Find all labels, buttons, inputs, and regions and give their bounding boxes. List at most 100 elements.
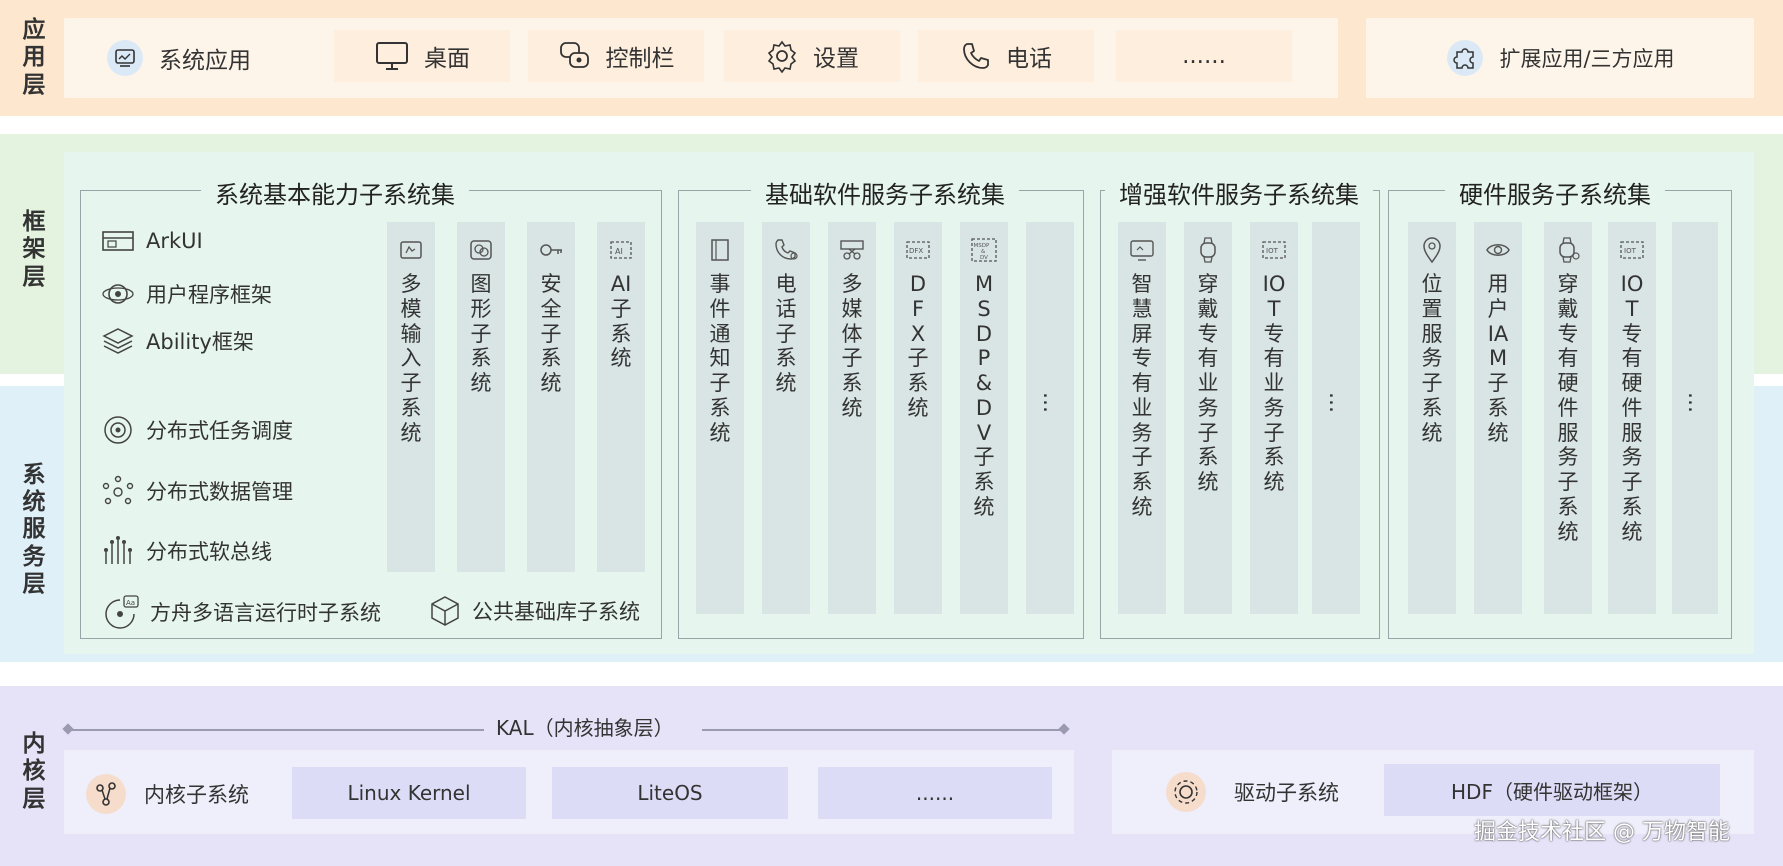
subsystem-label: 穿戴专有业务子系统 (1197, 272, 1219, 495)
capability-ark-runtime: Aa 方舟多语言运行时子系统 (100, 594, 381, 630)
capability-label: Ability框架 (146, 330, 254, 354)
group-title: 增强软件服务子系统集 (1105, 175, 1373, 210)
subsystem-column-location: 位置服务子系统 (1408, 222, 1456, 614)
subsystem-column-graphics: 图形子系统 (457, 222, 505, 572)
group-title: 系统基本能力子系统集 (201, 175, 469, 210)
subsystem-label: … (1325, 392, 1349, 413)
app-item-label: 控制栏 (605, 46, 675, 72)
kernel-box-label: Linux Kernel (347, 781, 471, 805)
app-item-system-app[interactable]: 系统应用 (88, 30, 268, 86)
subsystem-column-smart-screen: 智慧屏专有业务子系统 (1118, 222, 1166, 614)
subsystem-label: 电话子系统 (775, 272, 797, 396)
hdf-box: HDF（硬件驱动框架） (1384, 764, 1720, 816)
monitor-icon (376, 42, 408, 70)
input-icon (400, 241, 422, 259)
kernel-icon (86, 774, 126, 814)
subsystem-label: 图形子系统 (470, 272, 492, 396)
subsystem-label: IOT专有硬件服务子系统 (1620, 272, 1644, 544)
subsystem-label: … (1039, 392, 1063, 413)
svg-text:IOT: IOT (1266, 247, 1279, 255)
subsystem-column-event-notification: 事件通知子系统 (696, 222, 744, 614)
capability-common-library: 公共基础库子系统 (428, 594, 640, 628)
data-management-icon (102, 475, 134, 505)
svg-text:IOT: IOT (1624, 247, 1637, 255)
driver-subsystem-label: 驱动子系统 (1234, 781, 1339, 805)
phone-gear-icon (775, 239, 798, 260)
subsystem-column-user-iam: 用户IAM子系统 (1474, 222, 1522, 614)
capability-ability-framework: Ability框架 (100, 325, 254, 357)
key-icon (540, 244, 562, 256)
capability-label: 用户程序框架 (146, 283, 272, 307)
subsystem-label: 事件通知子系统 (709, 272, 731, 445)
capability-label: 分布式软总线 (146, 540, 272, 564)
smart-screen-icon (1130, 240, 1154, 261)
phone-icon (963, 43, 989, 69)
group-title: 硬件服务子系统集 (1445, 175, 1665, 210)
svg-text:Aa: Aa (126, 599, 135, 607)
subsystem-label: 智慧屏专有业务子系统 (1131, 272, 1153, 519)
subsystem-column-more: … (1672, 222, 1718, 614)
subsystem-column-more: … (1026, 222, 1074, 614)
subsystem-column-more: … (1312, 222, 1360, 614)
capability-arkui: ArkUI (100, 227, 203, 255)
subsystem-label: 多媒体子系统 (841, 272, 863, 420)
media-icon (840, 240, 864, 260)
subsystem-label: 用户IAM子系统 (1487, 272, 1509, 445)
app-item-label: 系统应用 (159, 48, 251, 74)
app-item-control-bar[interactable]: 控制栏 (528, 30, 704, 82)
subsystem-label: DFX子系统 (907, 272, 929, 420)
watch-icon (1200, 237, 1216, 263)
subsystem-column-multimodal-input: 多模输入子系统 (387, 222, 435, 572)
app-item-extension[interactable]: 扩展应用/三方应用 (1366, 18, 1754, 98)
group-title: 基础软件服务子系统集 (751, 175, 1019, 210)
subsystem-label: IOT专有业务子系统 (1262, 272, 1286, 495)
layer-label-kernel: 内核层 (22, 731, 46, 812)
puzzle-icon (1447, 40, 1484, 76)
app-item-label: ...... (1182, 43, 1226, 69)
layers-icon (102, 328, 134, 354)
subsystem-label: MSDP&DV子系统 (973, 272, 995, 519)
iot-icon: IOT (1262, 241, 1286, 259)
app-item-settings[interactable]: 设置 (724, 30, 900, 82)
capability-label: 分布式任务调度 (146, 419, 293, 443)
arkui-icon (102, 231, 134, 251)
hdf-label: HDF（硬件驱动框架） (1451, 779, 1653, 804)
svg-text:DFX: DFX (909, 247, 923, 255)
kernel-subsystem-label: 内核子系统 (144, 783, 249, 807)
app-item-label: 设置 (813, 46, 859, 72)
runtime-icon: Aa (105, 595, 139, 629)
capability-distributed-data: 分布式数据管理 (100, 474, 293, 508)
cube-icon (431, 596, 459, 626)
location-icon (1423, 237, 1441, 264)
watermark-text: 掘金技术社区 @ 万物智能 (1474, 820, 1730, 845)
kernel-box-more: ...... (818, 767, 1052, 819)
subsystem-column-security: 安全子系统 (527, 222, 575, 572)
kal-line-left (68, 729, 484, 731)
layer-label-system-service: 系统服务层 (22, 462, 46, 597)
dfx-icon: DFX (906, 241, 930, 259)
subsystem-column-ai: AI AI子系统 (597, 222, 645, 572)
capability-label: 分布式数据管理 (146, 480, 293, 504)
subsystem-column-msdp-dv: MSDP & DV MSDP&DV子系统 (960, 222, 1008, 614)
capability-label: 公共基础库子系统 (472, 600, 640, 624)
app-item-more[interactable]: ...... (1116, 30, 1292, 82)
subsystem-label: … (1684, 392, 1708, 413)
control-bar-icon (559, 42, 589, 68)
capability-distributed-scheduling: 分布式任务调度 (100, 413, 293, 447)
capability-softbus: 分布式软总线 (100, 534, 272, 568)
app-item-phone[interactable]: 电话 (918, 30, 1094, 82)
subsystem-column-multimedia: 多媒体子系统 (828, 222, 876, 614)
subsystem-label: 位置服务子系统 (1421, 272, 1443, 445)
subsystem-label: AI子系统 (610, 272, 632, 371)
subsystem-column-wearable: 穿戴专有业务子系统 (1184, 222, 1232, 614)
kernel-box-linux: Linux Kernel (292, 767, 526, 819)
layer-label-framework: 框架层 (22, 209, 46, 290)
app-item-desktop[interactable]: 桌面 (334, 30, 510, 82)
subsystem-label: 安全子系统 (540, 272, 562, 396)
subsystem-column-iot: IOT IOT专有业务子系统 (1250, 222, 1298, 614)
gear-icon (767, 40, 797, 73)
layer-label-app: 应用层 (22, 17, 46, 98)
subsystem-column-telephony: 电话子系统 (762, 222, 810, 614)
app-item-label: 桌面 (424, 46, 470, 72)
app-framework-icon (102, 284, 134, 304)
